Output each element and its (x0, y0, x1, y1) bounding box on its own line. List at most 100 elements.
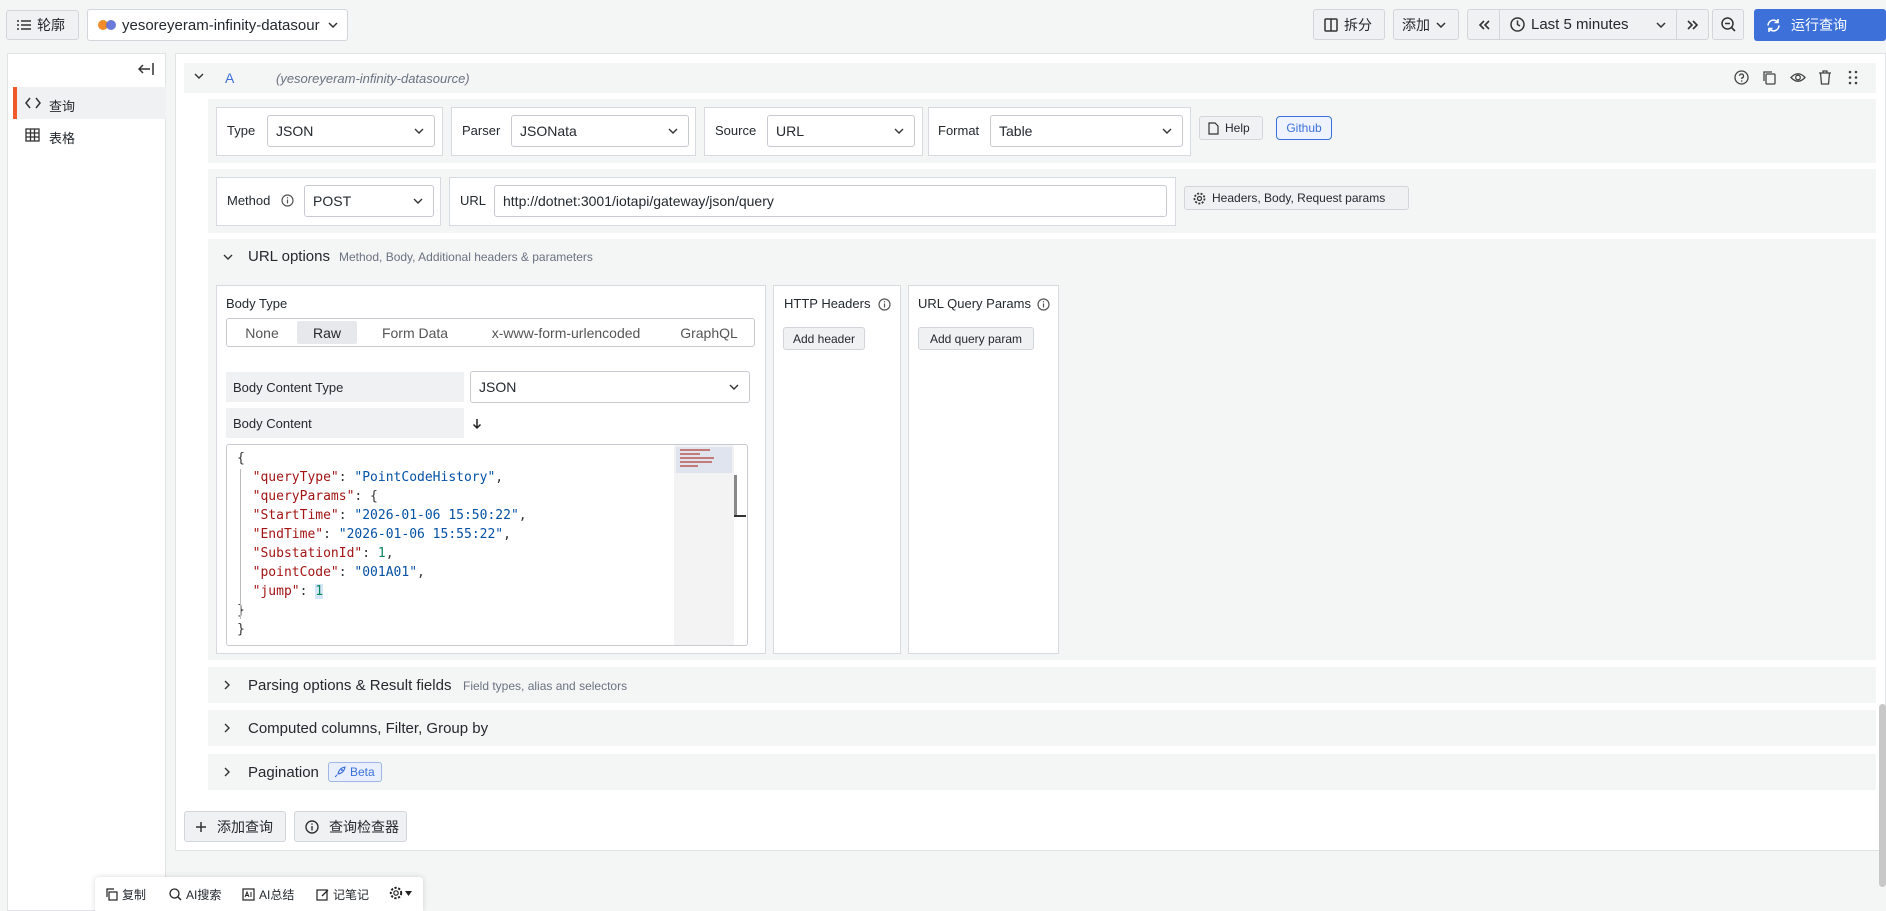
floating-toolbar: 复制 AI搜索 AI总结 记笔记 (95, 877, 423, 911)
code-line: "jump": 1 (252, 584, 324, 599)
body-type-raw[interactable]: Raw (297, 321, 357, 344)
beta-badge: Beta (328, 762, 382, 782)
copy-button[interactable]: 复制 (105, 886, 146, 903)
body-type-urlencoded[interactable]: x-www-form-urlencoded (471, 321, 661, 344)
outline-label: 轮廓 (37, 17, 65, 33)
code-line: } (237, 601, 527, 620)
body-content-type-value: JSON (479, 379, 517, 395)
zoom-out-button[interactable] (1712, 9, 1744, 40)
body-type-option-label: GraphQL (680, 324, 738, 341)
body-type-option-label: x-www-form-urlencoded (491, 324, 641, 341)
datasource-picker[interactable]: yesoreyeram-infinity-datasour (87, 9, 348, 41)
table-icon (25, 128, 40, 142)
split-icon (1324, 17, 1338, 32)
body-type-none[interactable]: None (235, 321, 289, 344)
github-link[interactable]: Github (1276, 116, 1332, 140)
collapse-query-icon[interactable] (194, 73, 204, 79)
http-headers-panel: HTTP Headers Add header (773, 285, 901, 654)
toolbar-settings-button[interactable] (389, 886, 412, 900)
duplicate-query-icon[interactable] (1762, 70, 1777, 85)
method-value: POST (313, 193, 352, 209)
add-dropdown-button[interactable]: 添加 (1393, 9, 1459, 40)
sidebar-item-label: 查询 (49, 99, 76, 114)
code-line: "EndTime": "2026-01-06 15:55:22", (252, 527, 511, 542)
active-indicator (13, 87, 17, 119)
body-content-text: Body Content (233, 415, 312, 431)
time-range-picker[interactable]: Last 5 minutes (1499, 9, 1677, 40)
query-ref-id[interactable]: A (225, 70, 234, 86)
time-shift-back-button[interactable] (1467, 9, 1500, 40)
format-label: Format (938, 123, 980, 138)
chevron-down-icon[interactable] (223, 254, 233, 260)
computed-columns-title: Computed columns, Filter, Group by (248, 720, 489, 737)
method-select[interactable]: POST (304, 185, 434, 217)
parsing-options-section[interactable]: Parsing options & Result fields Field ty… (208, 667, 1876, 703)
list-icon (17, 19, 31, 31)
drag-handle-icon[interactable] (1848, 70, 1858, 85)
parser-select[interactable]: JSONata (511, 115, 689, 147)
datasource-name: yesoreyeram-infinity-datasour (122, 16, 320, 34)
headers-body-params-button[interactable]: Headers, Body, Request params (1184, 186, 1409, 210)
headers-button-label: Headers, Body, Request params (1212, 191, 1386, 205)
url-input[interactable]: http://dotnet:3001/iotapi/gateway/json/q… (494, 185, 1167, 217)
datasource-logo-icon (98, 19, 116, 31)
page-scrollbar[interactable] (1879, 704, 1886, 887)
info-icon (1037, 298, 1050, 311)
body-code-editor[interactable]: { "queryType": "PointCodeHistory", "quer… (226, 444, 748, 646)
query-inspector-button[interactable]: 查询检查器 (294, 811, 407, 842)
ai-search-button[interactable]: AI搜索 (169, 886, 221, 903)
body-type-form-data[interactable]: Form Data (365, 321, 465, 344)
clock-icon (1510, 17, 1525, 32)
chevron-right-icon (224, 723, 230, 733)
add-query-label: 添加查询 (217, 818, 273, 835)
add-query-button[interactable]: 添加查询 (184, 811, 286, 842)
editor-scrollbar[interactable] (734, 475, 737, 515)
code-minimap[interactable] (674, 445, 734, 645)
url-label: URL (460, 193, 487, 208)
format-select[interactable]: Table (990, 115, 1183, 147)
sidebar-item-query[interactable]: 查询 (13, 87, 166, 119)
copy-icon (105, 888, 118, 901)
add-label: 添加 (1402, 16, 1430, 33)
collapse-sidebar-icon[interactable] (138, 62, 154, 76)
type-select[interactable]: JSON (267, 115, 435, 147)
add-header-button[interactable]: Add header (783, 327, 865, 350)
add-query-param-label: Add query param (929, 331, 1023, 346)
url-options-title[interactable]: URL options (248, 248, 330, 265)
url-query-params-panel: URL Query Params Add query param (908, 285, 1059, 654)
parsing-options-title: Parsing options & Result fields (248, 677, 452, 694)
outline-button[interactable]: 轮廓 (6, 10, 79, 40)
time-shift-forward-button[interactable] (1676, 9, 1709, 40)
computed-columns-section[interactable]: Computed columns, Filter, Group by (208, 710, 1876, 746)
run-query-button[interactable]: 运行查询 (1754, 9, 1886, 41)
help-circle-icon[interactable] (1734, 70, 1749, 85)
code-line: "StartTime": "2026-01-06 15:50:22", (252, 508, 527, 523)
http-headers-label: HTTP Headers (784, 296, 871, 311)
format-value: Table (999, 123, 1033, 139)
type-field: Type JSON (216, 107, 443, 156)
body-content-type-text: Body Content Type (233, 379, 344, 395)
source-select[interactable]: URL (767, 115, 915, 147)
body-type-graphql[interactable]: GraphQL (667, 321, 751, 344)
help-button[interactable]: Help (1199, 116, 1263, 140)
editor-cursor-mark (734, 515, 746, 517)
pagination-section[interactable]: Pagination Beta (208, 754, 1876, 790)
sidebar-item-table[interactable]: 表格 (13, 119, 166, 151)
split-button[interactable]: 拆分 (1313, 9, 1385, 40)
copy-label: 复制 (122, 888, 147, 902)
file-icon (1208, 121, 1219, 135)
code-line: "queryParams": { (252, 489, 378, 504)
body-content-type-select[interactable]: JSON (470, 371, 750, 403)
arrow-down-icon[interactable] (472, 418, 482, 430)
query-inspector-label: 查询检查器 (329, 818, 399, 835)
parser-field: Parser JSONata (451, 107, 696, 156)
minimap-line (680, 457, 714, 459)
sidebar-item-label: 表格 (49, 131, 76, 146)
eye-icon[interactable] (1790, 70, 1806, 85)
chevron-down-icon (668, 128, 678, 134)
notes-button[interactable]: 记笔记 (316, 886, 369, 903)
ai-summary-button[interactable]: AI总结 (242, 886, 294, 903)
trash-icon[interactable] (1818, 70, 1832, 85)
add-query-param-button[interactable]: Add query param (918, 327, 1034, 350)
chevron-down-icon (894, 128, 904, 134)
